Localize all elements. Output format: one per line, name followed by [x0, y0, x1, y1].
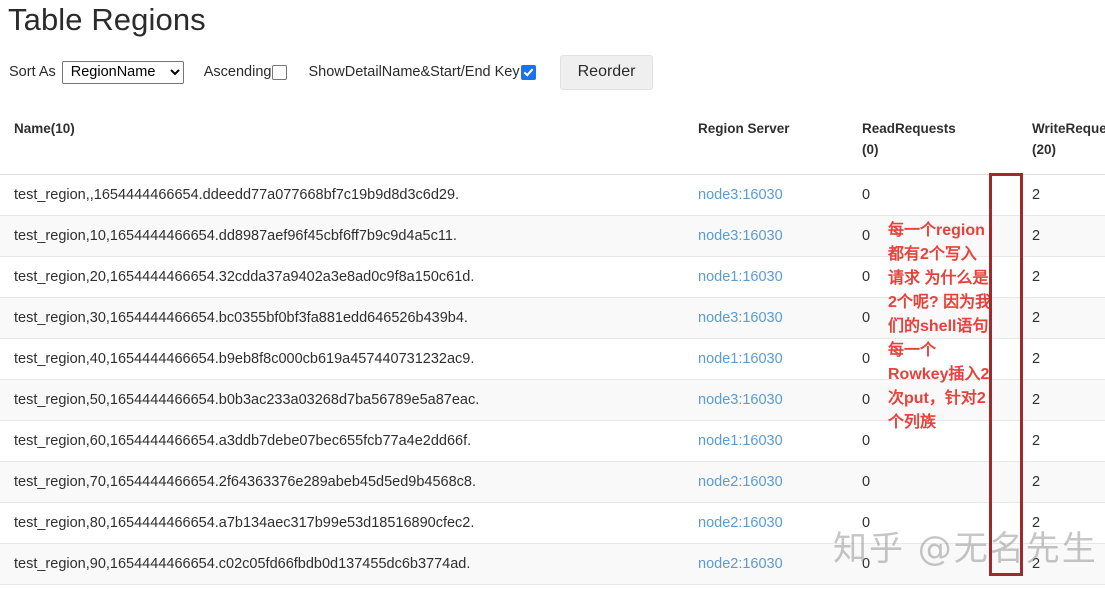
cell-region-server: node3:16030: [698, 174, 862, 216]
cell-region-name: test_region,60,1654444466654.a3ddb7debe0…: [0, 420, 698, 462]
cell-region-name: test_region,30,1654444466654.bc0355bf0bf…: [0, 297, 698, 339]
region-server-link[interactable]: node1:16030: [698, 351, 783, 367]
column-header-read-requests-count: (0): [862, 142, 879, 157]
cell-read-requests: 0: [862, 502, 1032, 544]
table-header-row: Name(10) Region Server ReadRequests (0) …: [0, 104, 1105, 175]
cell-read-requests: 0: [862, 256, 1032, 298]
ascending-checkbox[interactable]: [272, 64, 288, 80]
ascending-label: Ascending: [203, 64, 272, 80]
table-row: test_region,90,1654444466654.c02c05fd66f…: [0, 543, 1105, 585]
cell-write-requests: 2: [1032, 174, 1105, 216]
cell-write-requests: 2: [1032, 420, 1105, 462]
table-row: test_region,40,1654444466654.b9eb8f8c000…: [0, 338, 1105, 380]
sort-as-select[interactable]: RegionName: [61, 60, 184, 84]
cell-region-name: test_region,10,1654444466654.dd8987aef96…: [0, 215, 698, 257]
cell-read-requests: 0: [862, 297, 1032, 339]
region-server-link[interactable]: node1:16030: [698, 269, 783, 285]
cell-region-server: node3:16030: [698, 215, 862, 257]
cell-write-requests: 2: [1032, 256, 1105, 298]
cell-region-name: test_region,40,1654444466654.b9eb8f8c000…: [0, 338, 698, 380]
cell-write-requests: 2: [1032, 502, 1105, 544]
cell-region-name: test_region,80,1654444466654.a7b134aec31…: [0, 502, 698, 544]
cell-region-server: node3:16030: [698, 379, 862, 421]
cell-region-server: node1:16030: [698, 338, 862, 380]
cell-region-server: node2:16030: [698, 461, 862, 503]
cell-region-server: node3:16030: [698, 297, 862, 339]
cell-region-server: node2:16030: [698, 502, 862, 544]
cell-read-requests: 0: [862, 420, 1032, 462]
sort-controls-bar: Sort As RegionName Ascending ShowDetailN…: [9, 52, 654, 92]
cell-region-server: node1:16030: [698, 420, 862, 462]
table-row: test_region,60,1654444466654.a3ddb7debe0…: [0, 420, 1105, 462]
column-header-read-requests[interactable]: ReadRequests (0): [862, 104, 1032, 175]
column-header-read-requests-title: ReadRequests: [862, 121, 956, 136]
table-row: test_region,10,1654444466654.dd8987aef96…: [0, 215, 1105, 257]
cell-read-requests: 0: [862, 543, 1032, 585]
show-detail-checkbox[interactable]: [520, 64, 536, 80]
table-row: test_region,50,1654444466654.b0b3ac233a0…: [0, 379, 1105, 421]
region-server-link[interactable]: node3:16030: [698, 392, 783, 408]
table-row: test_region,30,1654444466654.bc0355bf0bf…: [0, 297, 1105, 339]
page-title: Table Regions: [8, 2, 206, 37]
cell-region-server: node1:16030: [698, 256, 862, 298]
column-header-write-requests-count: (20): [1032, 142, 1057, 157]
cell-write-requests: 2: [1032, 215, 1105, 257]
cell-write-requests: 2: [1032, 461, 1105, 503]
cell-read-requests: 0: [862, 174, 1032, 216]
show-detail-group: ShowDetailName&Start/End Key: [308, 64, 536, 80]
column-header-region-server[interactable]: Region Server: [698, 104, 862, 175]
region-server-link[interactable]: node1:16030: [698, 433, 783, 449]
cell-region-name: test_region,20,1654444466654.32cdda37a94…: [0, 256, 698, 298]
table-row: test_region,,1654444466654.ddeedd77a0776…: [0, 174, 1105, 216]
cell-write-requests: 2: [1032, 297, 1105, 339]
cell-write-requests: 2: [1032, 338, 1105, 380]
region-server-link[interactable]: node3:16030: [698, 228, 783, 244]
ascending-group: Ascending: [204, 64, 288, 80]
cell-region-name: test_region,50,1654444466654.b0b3ac233a0…: [0, 379, 698, 421]
cell-read-requests: 0: [862, 338, 1032, 380]
cell-region-server: node2:16030: [698, 543, 862, 585]
cell-read-requests: 0: [862, 215, 1032, 257]
column-header-write-requests[interactable]: WriteRequests (20): [1032, 104, 1105, 175]
cell-read-requests: 0: [862, 461, 1032, 503]
region-server-link[interactable]: node2:16030: [698, 515, 783, 531]
region-server-link[interactable]: node2:16030: [698, 474, 783, 490]
table-header: Name(10) Region Server ReadRequests (0) …: [0, 104, 1105, 175]
table-row: test_region,70,1654444466654.2f64363376e…: [0, 461, 1105, 503]
cell-region-name: test_region,70,1654444466654.2f64363376e…: [0, 461, 698, 503]
table-body: test_region,,1654444466654.ddeedd77a0776…: [0, 174, 1105, 585]
region-server-link[interactable]: node3:16030: [698, 310, 783, 326]
cell-region-name: test_region,,1654444466654.ddeedd77a0776…: [0, 174, 698, 216]
table-regions: Name(10) Region Server ReadRequests (0) …: [0, 104, 1105, 585]
cell-region-name: test_region,90,1654444466654.c02c05fd66f…: [0, 543, 698, 585]
column-header-write-requests-title: WriteRequests: [1032, 121, 1105, 136]
cell-write-requests: 2: [1032, 543, 1105, 585]
region-server-link[interactable]: node2:16030: [698, 556, 783, 572]
cell-read-requests: 0: [862, 379, 1032, 421]
table-row: test_region,20,1654444466654.32cdda37a94…: [0, 256, 1105, 298]
reorder-button[interactable]: Reorder: [559, 54, 654, 90]
sort-as-label: Sort As: [9, 64, 56, 80]
column-header-name[interactable]: Name(10): [0, 104, 698, 175]
region-server-link[interactable]: node3:16030: [698, 187, 783, 203]
cell-write-requests: 2: [1032, 379, 1105, 421]
show-detail-label: ShowDetailName&Start/End Key: [308, 64, 520, 80]
table-row: test_region,80,1654444466654.a7b134aec31…: [0, 502, 1105, 544]
